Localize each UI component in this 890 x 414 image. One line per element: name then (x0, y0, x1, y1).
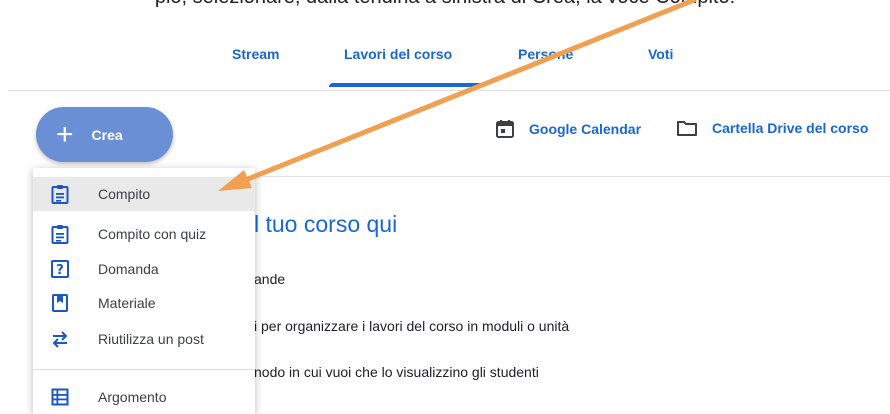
annotation-arrow (218, 0, 697, 191)
